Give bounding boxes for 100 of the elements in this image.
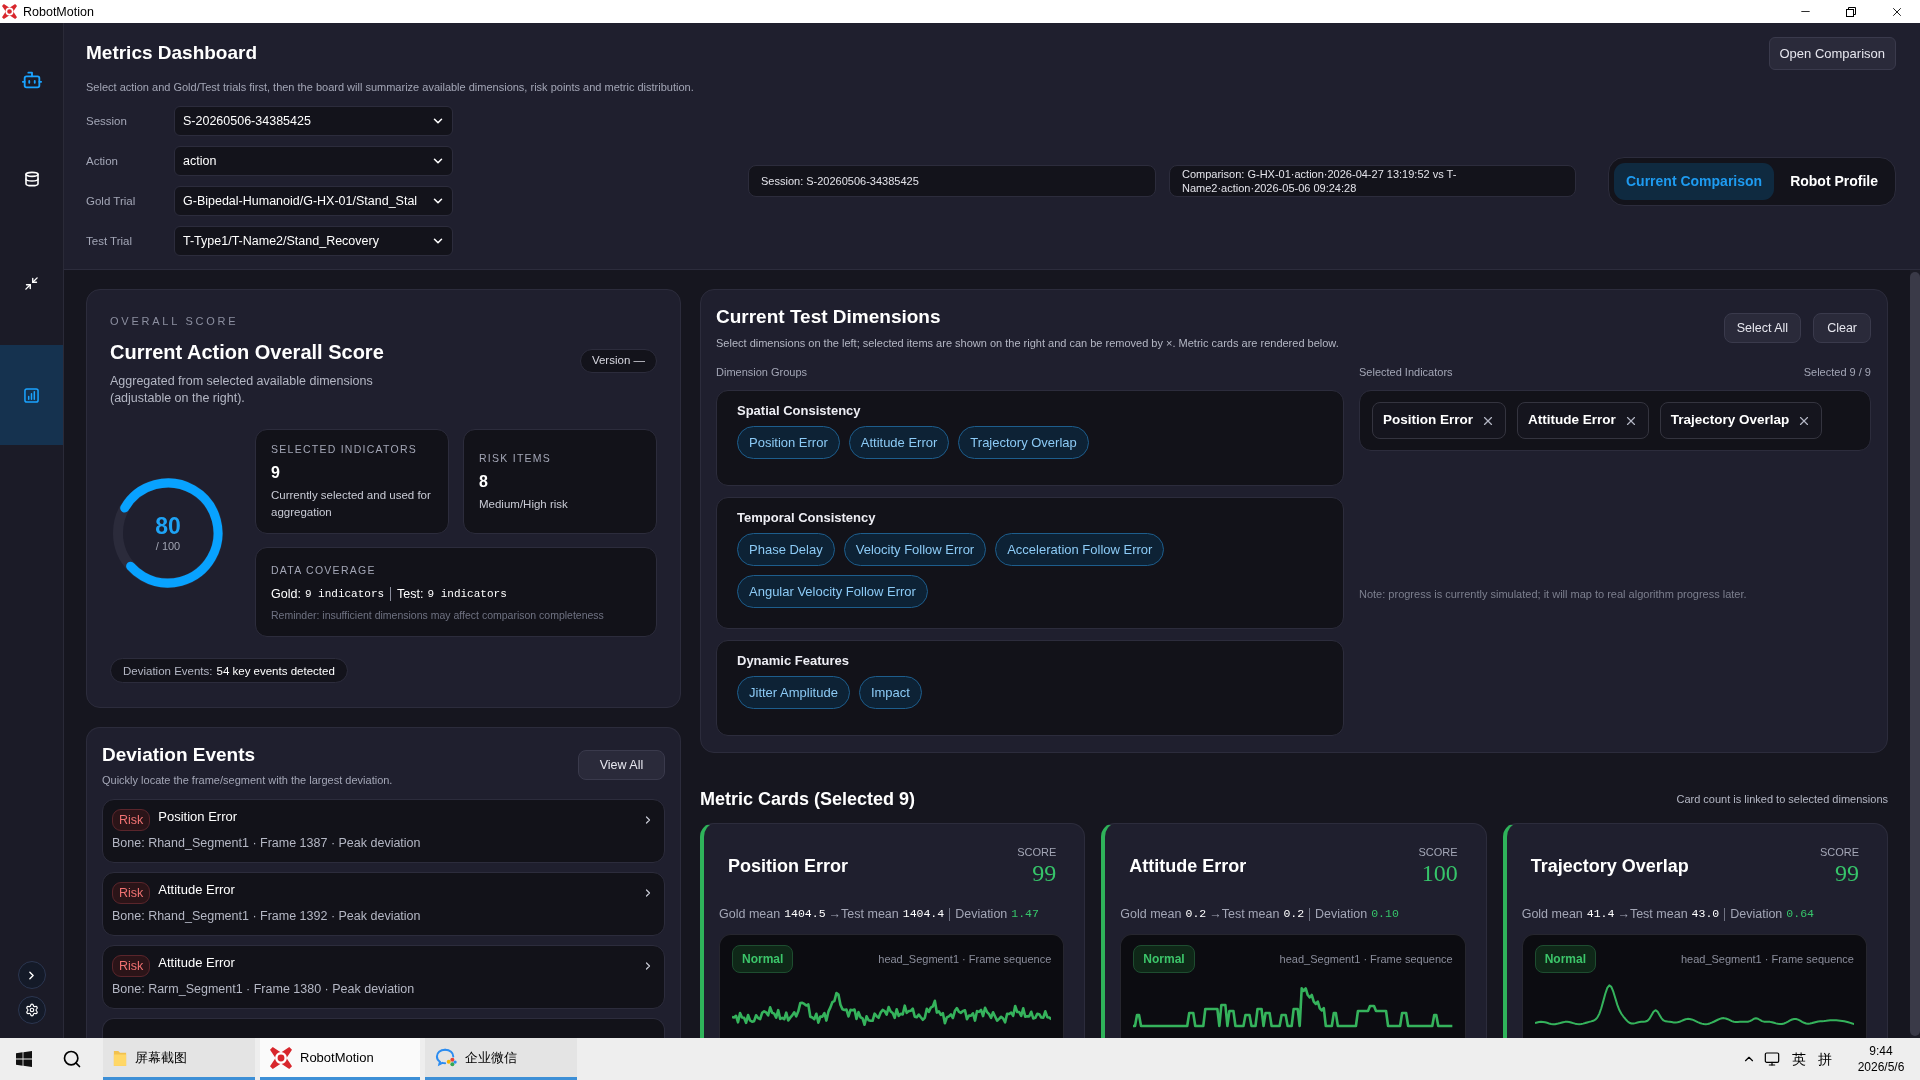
metric-score: 99 bbox=[1032, 859, 1057, 887]
bar-chart-icon bbox=[24, 387, 39, 403]
coverage-text: Gold: 9 indicators Test: 9 indicators bbox=[271, 585, 508, 603]
indicator-tag[interactable]: Position Error bbox=[1372, 402, 1506, 439]
score-max: / 100 bbox=[155, 539, 181, 553]
metric-score: 100 bbox=[1421, 859, 1458, 887]
taskbar-app[interactable]: 企业微信 bbox=[425, 1038, 577, 1080]
metric-stats: Gold mean 0.2 →Test mean 0.2 Deviation 0.10 bbox=[1120, 906, 1400, 923]
input-method-indicator[interactable]: 英 bbox=[1786, 1050, 1812, 1068]
select-field[interactable]: S-20260506-34385425 bbox=[174, 106, 453, 136]
version-button[interactable]: Version — bbox=[579, 349, 657, 373]
page-subtitle: Select action and Gold/Test trials first, then the board will summarize available dimensions, risk points and metric distribution. bbox=[86, 80, 695, 95]
scrollbar[interactable] bbox=[1910, 270, 1920, 1038]
dimension-chip[interactable]: Velocity Follow Error bbox=[843, 533, 987, 566]
metric-title: Attitude Error bbox=[1129, 855, 1247, 878]
event-detail: Bone: Rarm_Segment1 · Frame 1380 · Peak deviation bbox=[112, 981, 416, 997]
chat-bubble-icon bbox=[435, 1047, 457, 1068]
chart-caption: head_Segment1 · Frame sequence bbox=[1680, 952, 1854, 966]
event-detail: Bone: Rhand_Segment1 · Frame 1392 · Peak deviation bbox=[112, 908, 422, 924]
dimension-chip[interactable]: Impact bbox=[858, 676, 922, 709]
select-field[interactable]: T-Type1/T-Name2/Stand_Recovery bbox=[174, 226, 453, 256]
field-label: Gold Trial bbox=[86, 194, 137, 208]
monitor-icon[interactable] bbox=[1764, 1051, 1780, 1067]
event-row[interactable]: Risk Attitude Error Bone: Rarm_Segment1 · Frame 1380 · Peak deviation bbox=[102, 945, 665, 1009]
chart-caption: head_Segment1 · Frame sequence bbox=[1279, 952, 1453, 966]
dimension-chip[interactable]: Attitude Error bbox=[848, 426, 950, 459]
status-badge: Normal bbox=[1534, 945, 1596, 973]
stat-label: SELECTED INDICATORS bbox=[271, 442, 419, 456]
deviation-summary-pill: Deviation Events: 54 key events detected bbox=[110, 658, 348, 683]
progress-note: Note: progress is currently simulated; it will map to real algorithm progress later. bbox=[1359, 586, 1747, 601]
event-row[interactable]: Risk Attitude Error Bone: Rhand_Segment1 · Frame 1392 · Peak deviation bbox=[102, 872, 665, 936]
database-icon bbox=[23, 171, 40, 187]
event-title: Attitude Error bbox=[158, 955, 235, 971]
stat-label: DATA COVERAGE bbox=[271, 562, 377, 577]
risk-badge: Risk bbox=[112, 955, 151, 977]
event-row[interactable]: Risk Position Error Bone: Rhand_Segment1 · Frame 1387 · Peak deviation bbox=[102, 799, 665, 863]
metric-title: Position Error bbox=[728, 855, 848, 878]
card-subtitle: Quickly locate the frame/segment with the largest deviation. bbox=[102, 773, 393, 787]
settings-button[interactable] bbox=[17, 996, 46, 1024]
select-field[interactable]: G-Bipedal-Humanoid/G-HX-01/Stand_Stal bbox=[174, 186, 453, 216]
group-title: Dynamic Features bbox=[737, 652, 850, 669]
metric-stats: Gold mean 41.4 →Test mean 43.0 Deviation 0.64 bbox=[1521, 906, 1815, 923]
card-title: Deviation Events bbox=[102, 743, 257, 767]
view-tab[interactable]: Robot Profile bbox=[1778, 162, 1890, 200]
view-all-button[interactable]: View All bbox=[578, 750, 665, 780]
event-title: Attitude Error bbox=[158, 882, 235, 898]
field-label: Action bbox=[86, 154, 119, 168]
score-label: SCORE bbox=[1418, 845, 1458, 859]
clear-button[interactable]: Clear bbox=[1813, 313, 1871, 343]
select-all-button[interactable]: Select All bbox=[1723, 313, 1802, 343]
indicator-tag[interactable]: Attitude Error bbox=[1517, 402, 1649, 439]
column-label: Dimension Groups bbox=[716, 365, 809, 379]
column-label: Selected Indicators bbox=[1359, 365, 1453, 379]
section-eyebrow: OVERALL SCORE bbox=[110, 314, 240, 329]
selected-count: Selected 9 / 9 bbox=[1803, 365, 1871, 379]
stat-description: Currently selected and used for aggregation bbox=[271, 488, 432, 520]
status-badge: Normal bbox=[1133, 945, 1195, 973]
settings-icon bbox=[24, 1003, 39, 1017]
dimension-chip[interactable]: Position Error bbox=[737, 426, 840, 459]
taskbar-app[interactable]: 屏幕截图 bbox=[103, 1038, 255, 1080]
folder-icon bbox=[113, 1048, 127, 1067]
coverage-reminder: Reminder: insufficient dimensions may affect comparison completeness bbox=[271, 607, 605, 622]
event-title: Position Error bbox=[158, 809, 238, 825]
clock-time: 9:44 bbox=[1869, 1043, 1893, 1059]
risk-badge: Risk bbox=[112, 882, 151, 904]
dimension-chip[interactable]: Acceleration Follow Error bbox=[995, 533, 1165, 566]
indicator-tag[interactable]: Trajectory Overlap bbox=[1659, 402, 1823, 439]
app-logo-icon bbox=[270, 1046, 292, 1069]
score-value: 80 bbox=[155, 513, 181, 539]
dimension-chip[interactable]: Trajectory Overlap bbox=[958, 426, 1089, 459]
section-hint: Card count is linked to selected dimensions bbox=[1676, 792, 1888, 806]
select-field[interactable]: action bbox=[174, 146, 453, 176]
stat-description: Medium/High risk bbox=[479, 496, 569, 512]
stat-label: RISK ITEMS bbox=[479, 450, 553, 465]
windows-logo-icon bbox=[16, 1051, 32, 1067]
taskbar-app[interactable]: RobotMotion bbox=[260, 1038, 420, 1080]
dimension-chip[interactable]: Phase Delay bbox=[737, 533, 835, 566]
metric-title: Trajectory Overlap bbox=[1530, 855, 1689, 878]
risk-badge: Risk bbox=[112, 809, 151, 831]
score-label: SCORE bbox=[1017, 845, 1057, 859]
page-title: Metrics Dashboard bbox=[86, 41, 258, 65]
chart-caption: head_Segment1 · Frame sequence bbox=[878, 952, 1052, 966]
info-box: Session: S-20260506-34385425 bbox=[748, 165, 1156, 197]
open-comparison-button[interactable]: Open Comparison bbox=[1768, 37, 1896, 70]
stat-value: 9 bbox=[271, 463, 281, 483]
view-tab[interactable]: Current Comparison bbox=[1614, 162, 1775, 200]
inward-arrows-icon bbox=[24, 275, 39, 291]
robot-logo-icon bbox=[20, 69, 43, 91]
card-title: Current Test Dimensions bbox=[716, 305, 942, 329]
info-box: Comparison: G-HX-01·action·2026-04-27 13:19:52 vs T-Name2·action·2026-05-06 09:24:28 bbox=[1169, 165, 1576, 197]
input-method-indicator[interactable]: 拼 bbox=[1812, 1050, 1838, 1068]
section-title: Metric Cards (Selected 9) bbox=[700, 788, 916, 811]
restore-icon bbox=[1846, 6, 1856, 17]
card-description: Aggregated from selected available dimensions (adjustable on the right). bbox=[110, 373, 374, 407]
status-badge: Normal bbox=[732, 945, 794, 973]
dimension-chip[interactable]: Jitter Amplitude bbox=[737, 676, 850, 709]
dimension-chip[interactable]: Angular Velocity Follow Error bbox=[737, 575, 928, 608]
window-title: RobotMotion bbox=[23, 3, 94, 20]
metric-stats: Gold mean 1404.5 →Test mean 1404.4 Deviation 1.47 bbox=[719, 906, 1040, 923]
search-icon bbox=[62, 1049, 82, 1069]
